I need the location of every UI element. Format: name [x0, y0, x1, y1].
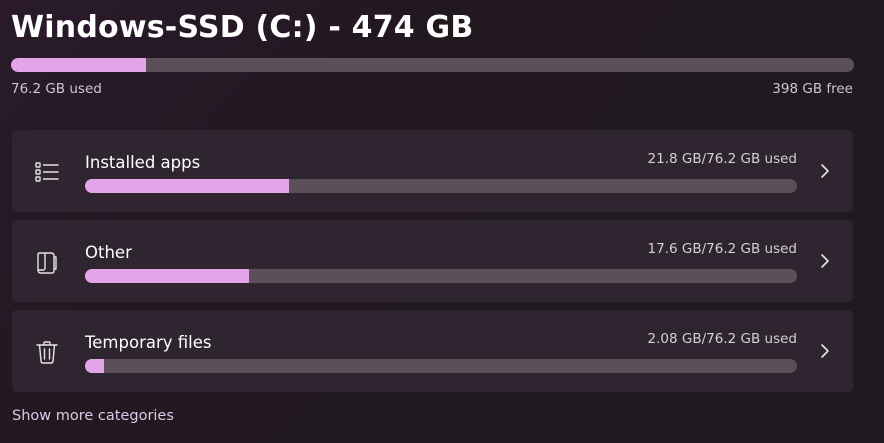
- chevron-right-icon: [819, 343, 831, 359]
- category-name: Other: [85, 243, 132, 262]
- category-usage-bar: [85, 179, 797, 193]
- category-usage-bar: [85, 359, 797, 373]
- drive-usage-bar: [11, 58, 854, 72]
- drive-title: Windows-SSD (C:) - 474 GB: [11, 10, 474, 45]
- chevron-right-icon: [819, 163, 831, 179]
- category-name: Temporary files: [85, 333, 212, 352]
- category-usage-bar-fill: [85, 359, 105, 373]
- chevron-right-icon: [819, 253, 831, 269]
- used-space-label: 76.2 GB used: [11, 81, 102, 97]
- list-icon: [34, 159, 60, 185]
- category-name: Installed apps: [85, 153, 201, 172]
- category-temporary-files[interactable]: Temporary files 2.08 GB/76.2 GB used: [12, 310, 853, 392]
- trash-icon: [34, 339, 60, 365]
- category-amount: 2.08 GB/76.2 GB used: [647, 331, 797, 347]
- drive-usage-bar-fill: [11, 58, 146, 72]
- category-installed-apps[interactable]: Installed apps 21.8 GB/76.2 GB used: [12, 130, 853, 212]
- category-amount: 17.6 GB/76.2 GB used: [647, 241, 797, 257]
- category-usage-bar: [85, 269, 797, 283]
- category-usage-bar-fill: [85, 179, 289, 193]
- category-amount: 21.8 GB/76.2 GB used: [647, 151, 797, 167]
- document-icon: [34, 249, 60, 275]
- category-usage-bar-fill: [85, 269, 250, 283]
- category-other[interactable]: Other 17.6 GB/76.2 GB used: [12, 220, 853, 302]
- show-more-categories-link[interactable]: Show more categories: [12, 408, 174, 424]
- free-space-label: 398 GB free: [772, 81, 853, 97]
